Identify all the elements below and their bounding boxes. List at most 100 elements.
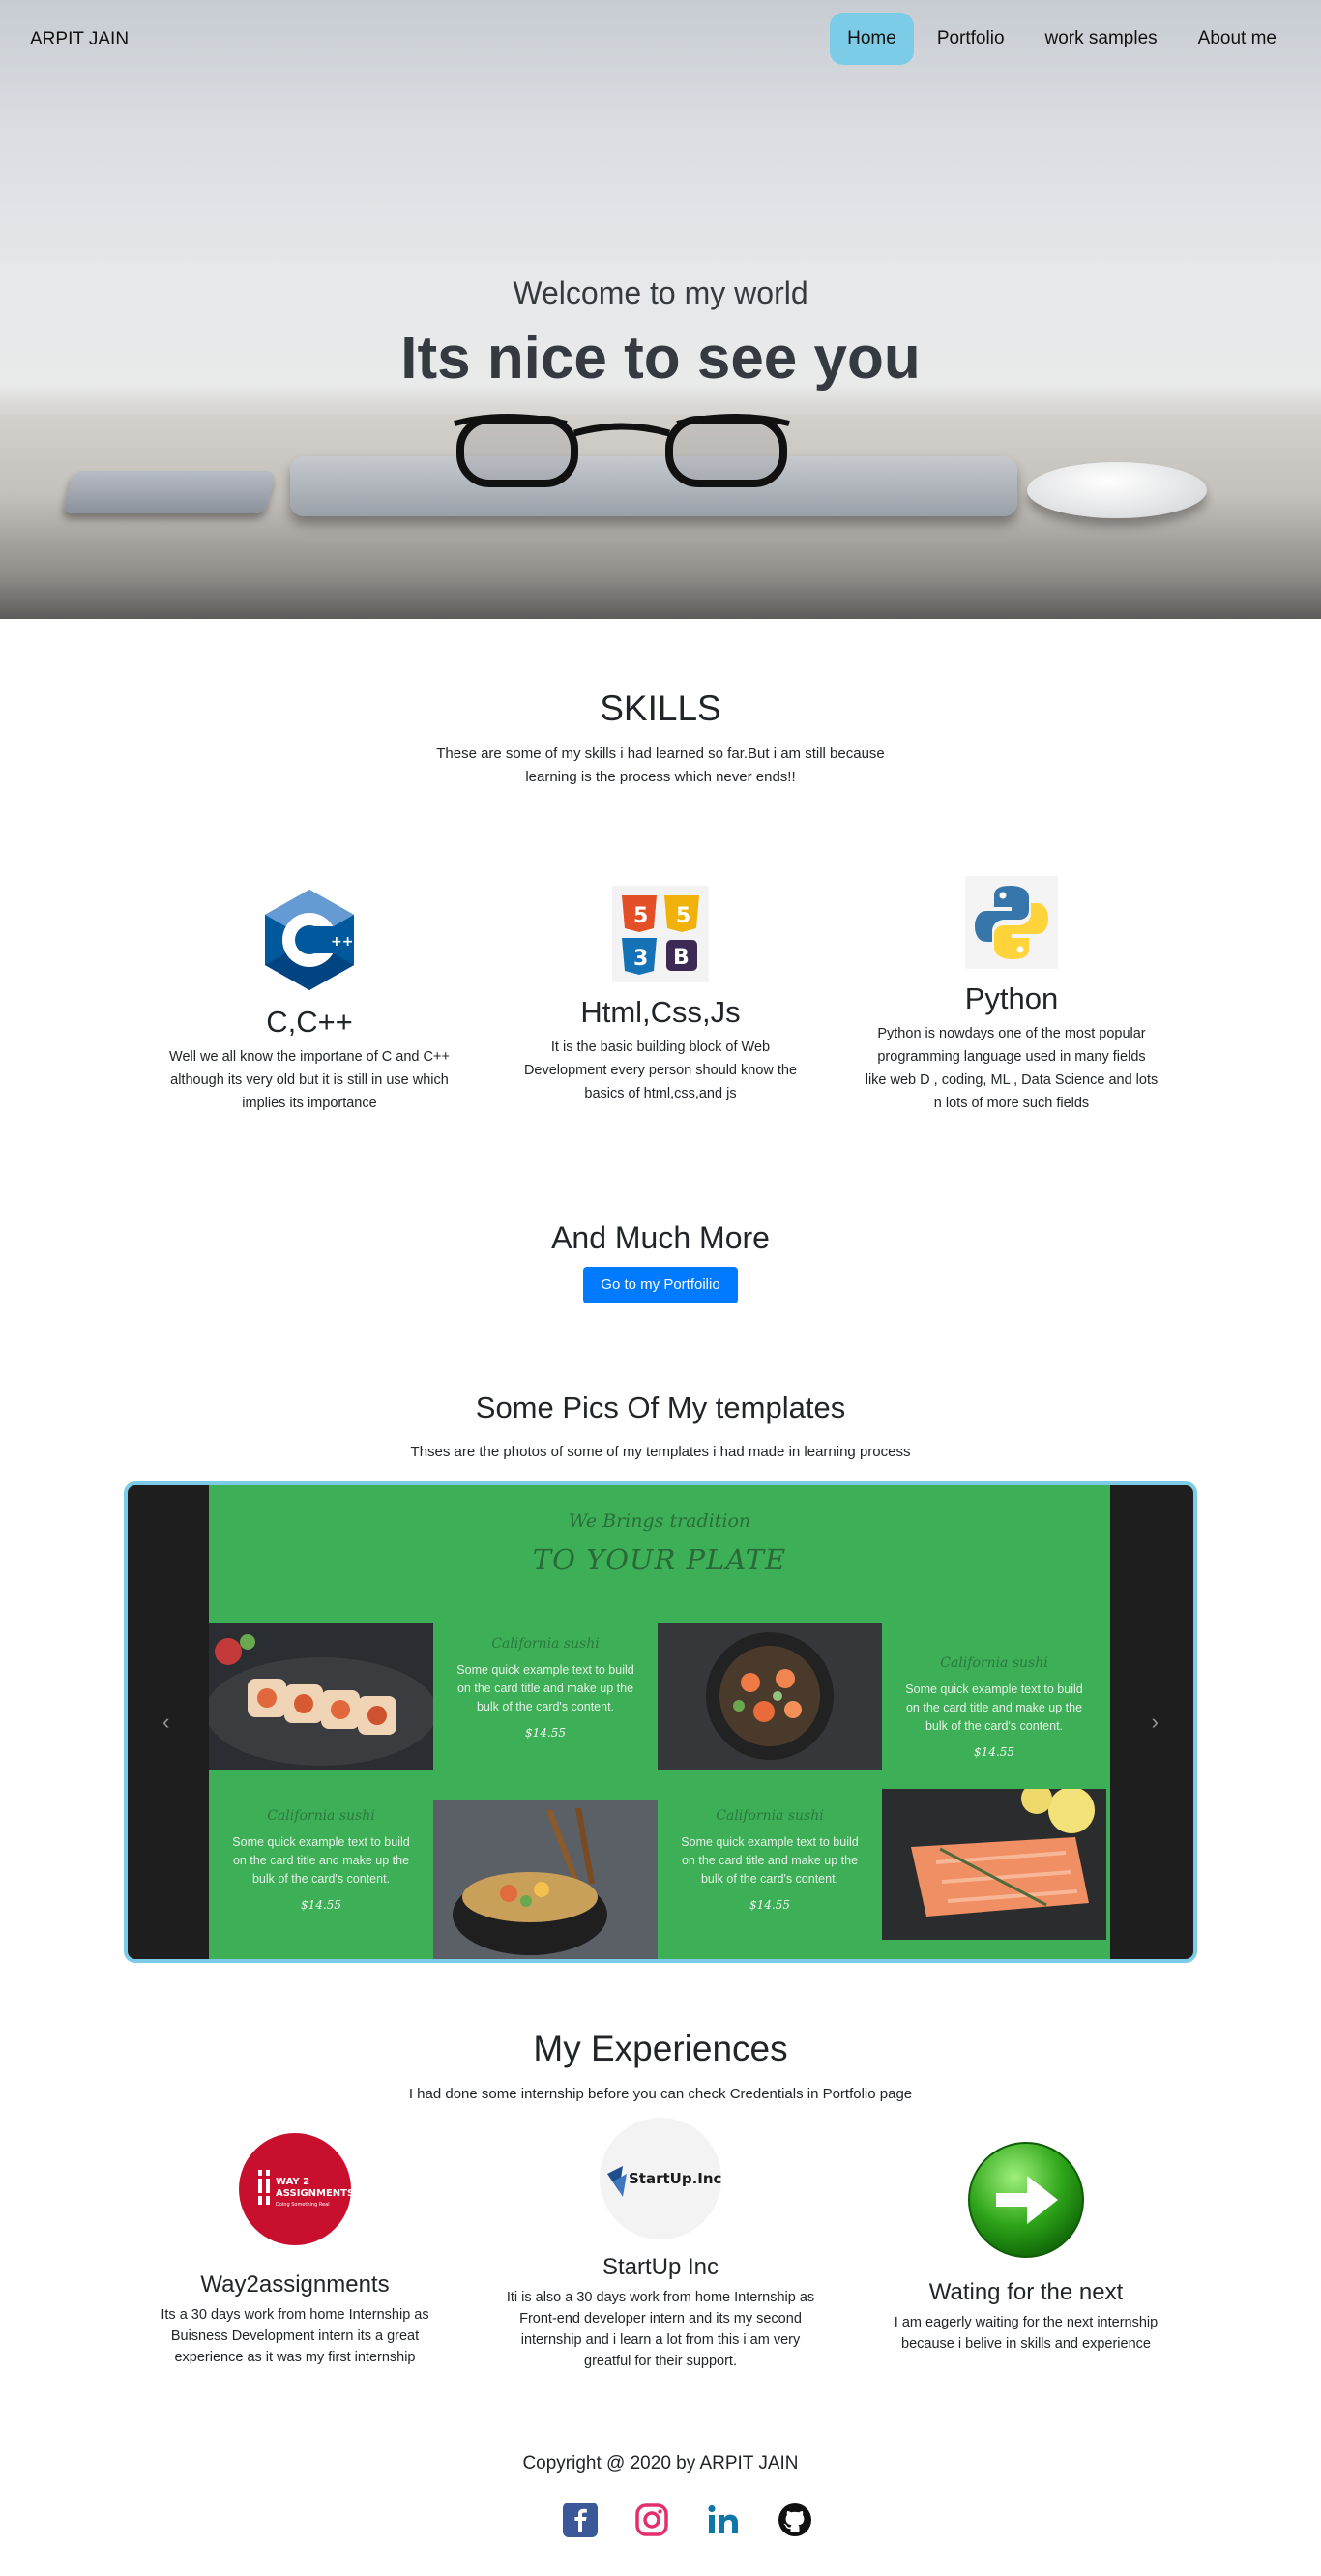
skill-desc-line: programming language used in many fields bbox=[877, 1049, 1146, 1065]
card-body: Some quick example text to build on the … bbox=[433, 1652, 658, 1716]
hero-mouse-image bbox=[1027, 462, 1207, 518]
skill-desc-line: although its very old but it is still in… bbox=[170, 1072, 449, 1088]
exp-desc-line: experience as it was my first internship bbox=[174, 2350, 416, 2365]
card-body-line: on the card title and make up the bbox=[681, 1854, 859, 1867]
shrimp-bowl-photo bbox=[658, 1623, 882, 1770]
exp-desc-line: Buisness Development intern its a great bbox=[170, 2328, 420, 2344]
experience-card-way2assignments: WAY 2 ASSIGNMENTS Doing Something Real W… bbox=[126, 2133, 464, 2368]
skill-desc-line: n lots of more such fields bbox=[933, 1096, 1090, 1111]
menu-card: California sushi Some quick example text… bbox=[882, 1642, 1106, 1789]
experiences-subtitle: I had done some internship before you ca… bbox=[408, 2086, 913, 2102]
brand-logo[interactable]: ARPIT JAIN bbox=[30, 29, 129, 50]
carousel-slide: We Brings tradition TO YOUR PLATE Califo… bbox=[209, 1485, 1110, 1959]
noodle-bowl-image bbox=[433, 1800, 658, 1959]
instagram-icon[interactable] bbox=[634, 2503, 669, 2537]
github-icon[interactable] bbox=[778, 2503, 812, 2537]
experience-title: Wating for the next bbox=[928, 2279, 1124, 2305]
exp-desc-line: Front-end developer intern and its my se… bbox=[519, 2311, 802, 2327]
hero-phone-image bbox=[62, 471, 277, 513]
skills-subtitle-line: These are some of my skills i had learne… bbox=[436, 746, 885, 762]
skills-subtitle: These are some of my skills i had learne… bbox=[370, 743, 951, 789]
nav-home[interactable]: Home bbox=[830, 13, 914, 65]
skill-desc-line: It is the basic building block of Web bbox=[550, 1039, 771, 1055]
more-title: And Much More bbox=[551, 1220, 770, 1255]
svg-text:++: ++ bbox=[331, 934, 353, 950]
card-body: Some quick example text to build on the … bbox=[882, 1671, 1106, 1736]
way2assignments-logo: WAY 2 ASSIGNMENTS Doing Something Real bbox=[239, 2133, 354, 2245]
exp-desc-line: internship and i learn a lot from this i… bbox=[520, 2332, 801, 2348]
portfolio-button[interactable]: Go to my Portfoilio bbox=[583, 1267, 738, 1303]
footer-copyright: Copyright @ 2020 by ARPIT JAIN bbox=[522, 2453, 799, 2474]
experience-card-startup: StartUp.Inc StartUp Inc Iti is also a 30… bbox=[477, 2118, 844, 2372]
next-arrow-icon bbox=[968, 2142, 1084, 2258]
carousel-prev-arrow[interactable]: ‹ bbox=[162, 1710, 169, 1735]
templates-subtitle: Thses are the photos of some of my templ… bbox=[410, 1444, 911, 1460]
svg-text:5: 5 bbox=[633, 904, 648, 928]
skill-card-cpp: ++ C,C++ Well we all know the importane … bbox=[145, 888, 474, 1115]
card-title: California sushi bbox=[491, 1636, 600, 1652]
svg-text:B: B bbox=[673, 946, 690, 970]
card-body-line: Some quick example text to build bbox=[456, 1663, 634, 1677]
exp-desc-line: greatful for their support. bbox=[584, 2354, 737, 2369]
card-body-line: on the card title and make up the bbox=[456, 1682, 634, 1695]
card-title: California sushi bbox=[940, 1655, 1048, 1671]
experience-description: Its a 30 days work from home Internship … bbox=[126, 2304, 464, 2368]
card-price: $14.55 bbox=[749, 1898, 790, 1912]
skill-description: Well we all know the importane of C and … bbox=[145, 1045, 474, 1115]
svg-text:3: 3 bbox=[633, 947, 648, 971]
exp-desc-line: Its a 30 days work from home Internship … bbox=[161, 2307, 429, 2323]
skill-description: Python is nowdays one of the most popula… bbox=[847, 1022, 1176, 1115]
card-body-line: Some quick example text to build bbox=[905, 1683, 1083, 1696]
navbar: ARPIT JAIN Home Portfolio work samples A… bbox=[0, 0, 1321, 79]
card-body-line: bulk of the card's content. bbox=[476, 1700, 615, 1713]
python-icon bbox=[965, 876, 1058, 969]
skills-title: SKILLS bbox=[600, 688, 721, 728]
linkedin-icon[interactable] bbox=[706, 2503, 741, 2537]
skill-title: Python bbox=[964, 981, 1059, 1015]
exp-desc-line: I am eagerly waiting for the next intern… bbox=[894, 2315, 1159, 2330]
logo-text: StartUp.Inc bbox=[629, 2170, 721, 2187]
cpp-icon: ++ bbox=[265, 890, 354, 990]
card-body-line: Some quick example text to build bbox=[681, 1835, 859, 1849]
slide-headline: TO YOUR PLATE bbox=[532, 1543, 787, 1576]
nav-portfolio[interactable]: Portfolio bbox=[920, 13, 1022, 65]
glasses-image bbox=[454, 414, 790, 487]
hero-subtitle: Welcome to my world bbox=[513, 276, 808, 310]
experience-title: StartUp Inc bbox=[602, 2254, 719, 2280]
card-body: Some quick example text to build on the … bbox=[658, 1824, 882, 1888]
skill-title: C,C++ bbox=[266, 1005, 353, 1039]
startup-logo: StartUp.Inc bbox=[600, 2118, 721, 2239]
logo-text: WAY 2 bbox=[276, 2177, 309, 2187]
hero-title: Its nice to see you bbox=[400, 325, 921, 392]
card-title: California sushi bbox=[267, 1808, 375, 1824]
social-links bbox=[563, 2503, 812, 2537]
card-body-line: on the card title and make up the bbox=[232, 1854, 410, 1867]
skill-desc-line: Well we all know the importane of C and … bbox=[169, 1049, 450, 1065]
skill-card-web: 5 5 3 B Html,Css,Js It is the basic buil… bbox=[496, 886, 825, 1105]
templates-carousel[interactable]: We Brings tradition TO YOUR PLATE Califo… bbox=[124, 1481, 1197, 1963]
nav-about-me[interactable]: About me bbox=[1181, 13, 1294, 65]
skill-card-python: Python Python is nowdays one of the most… bbox=[847, 876, 1176, 1115]
card-price: $14.55 bbox=[525, 1726, 566, 1740]
nav-work-samples[interactable]: work samples bbox=[1028, 13, 1175, 65]
card-price: $14.55 bbox=[301, 1898, 341, 1912]
slide-kicker: We Brings tradition bbox=[568, 1510, 751, 1532]
experiences-title: My Experiences bbox=[533, 2029, 788, 2068]
skill-description: It is the basic building block of Web De… bbox=[496, 1036, 825, 1105]
card-price: $14.55 bbox=[974, 1745, 1014, 1759]
skill-desc-line: Python is nowdays one of the most popula… bbox=[877, 1026, 1146, 1041]
exp-desc-line: Iti is also a 30 days work from home Int… bbox=[506, 2290, 815, 2305]
menu-card: California sushi Some quick example text… bbox=[658, 1795, 882, 1942]
sushi-photo bbox=[209, 1623, 433, 1770]
facebook-icon[interactable] bbox=[563, 2503, 598, 2537]
experience-description: Iti is also a 30 days work from home Int… bbox=[477, 2287, 844, 2372]
card-body-line: on the card title and make up the bbox=[905, 1701, 1083, 1714]
skill-desc-line: basics of html,css,and js bbox=[584, 1086, 737, 1101]
carousel-next-arrow[interactable]: › bbox=[1152, 1710, 1159, 1735]
experience-card-next: Wating for the next I am eagerly waiting… bbox=[857, 2141, 1195, 2355]
skill-desc-line: implies its importance bbox=[242, 1096, 377, 1111]
experience-title: Way2assignments bbox=[200, 2271, 390, 2298]
card-body: Some quick example text to build on the … bbox=[209, 1824, 433, 1888]
skill-title: Html,Css,Js bbox=[580, 995, 741, 1029]
salmon-image bbox=[882, 1789, 1106, 1940]
